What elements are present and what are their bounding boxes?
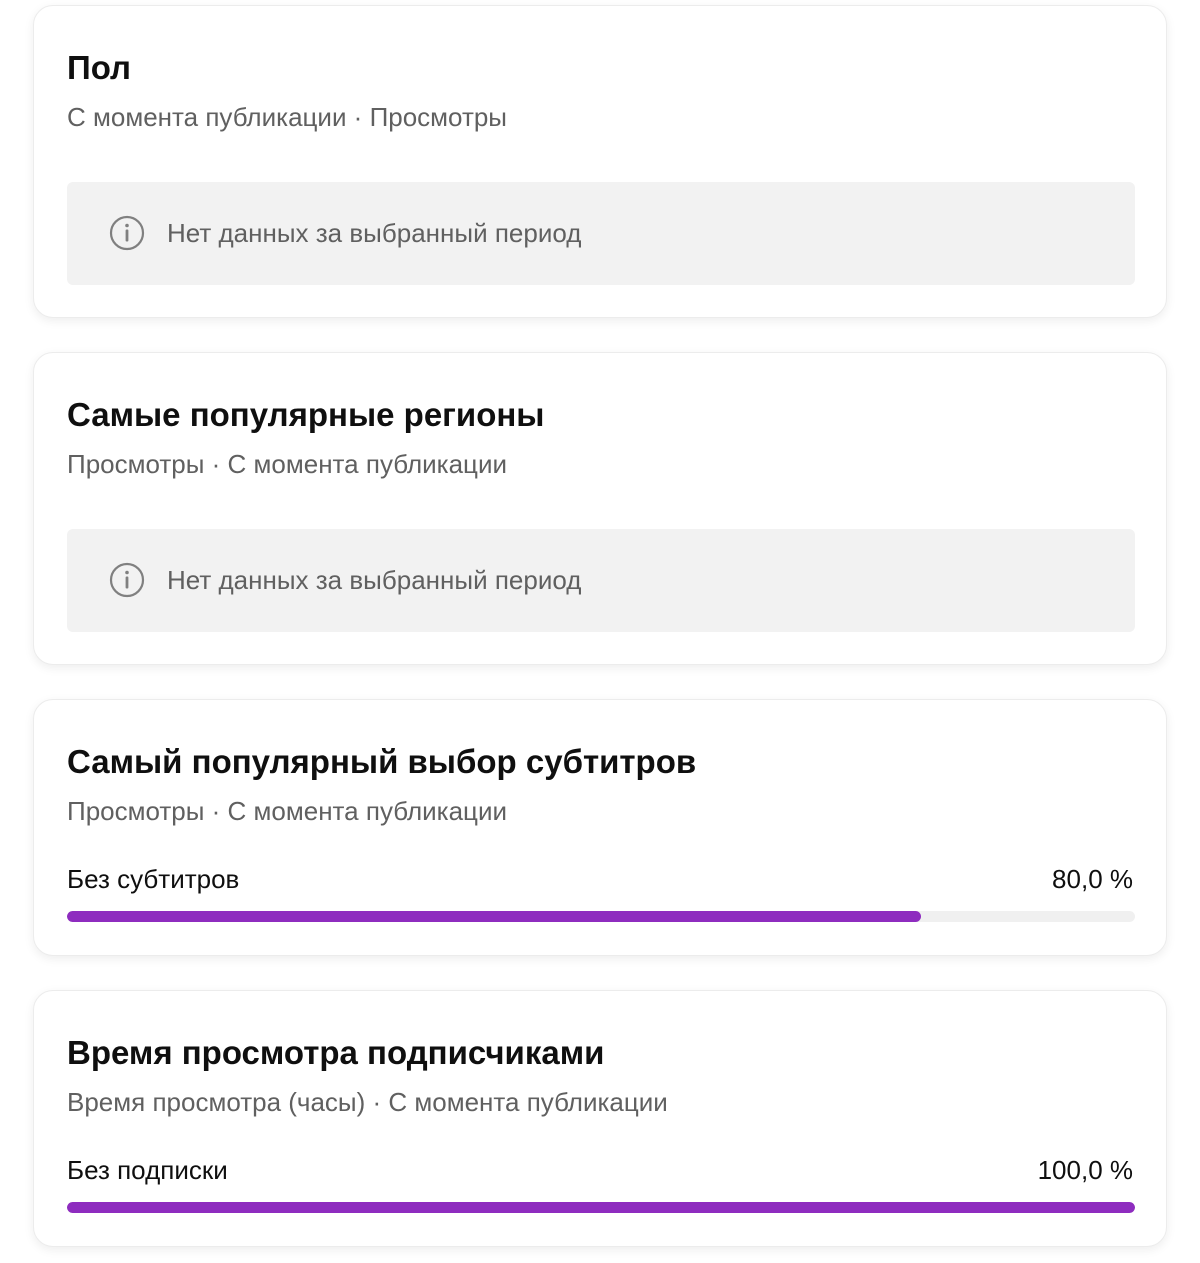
subtitles-card: Самый популярный выбор субтитров Просмот… — [33, 699, 1167, 956]
card-subtitle: Просмотры · С момента публикации — [67, 796, 507, 826]
row-label: Без субтитров — [67, 864, 240, 894]
info-icon — [109, 562, 145, 598]
no-data-text: Нет данных за выбранный период — [167, 565, 582, 595]
no-data-notice: Нет данных за выбранный период — [67, 529, 1135, 632]
row-percentage: 100,0 % — [1037, 1155, 1133, 1185]
progress-bar-fill — [67, 911, 922, 922]
card-title: Самый популярный выбор субтитров — [67, 743, 697, 780]
card-subtitle: Время просмотра (часы) · С момента публи… — [67, 1087, 668, 1117]
progress-bar-fill — [67, 1202, 1135, 1213]
subscriber-watch-time-card: Время просмотра подписчиками Время просм… — [33, 990, 1167, 1247]
progress-bar-track — [67, 1202, 1135, 1213]
card-subtitle: Просмотры · С момента публикации — [67, 449, 507, 479]
row-label: Без подписки — [67, 1155, 228, 1185]
no-data-notice: Нет данных за выбранный период — [67, 182, 1135, 285]
row-percentage: 80,0 % — [1052, 864, 1133, 894]
card-title: Время просмотра подписчиками — [67, 1034, 605, 1071]
info-icon — [109, 215, 145, 251]
progress-bar-track — [67, 911, 1135, 922]
card-title: Пол — [67, 49, 132, 86]
top-regions-card: Самые популярные регионы Просмотры · С м… — [33, 352, 1167, 665]
card-title: Самые популярные регионы — [67, 396, 545, 433]
card-subtitle: С момента публикации · Просмотры — [67, 102, 507, 132]
gender-card: Пол С момента публикации · Просмотры Нет… — [33, 5, 1167, 318]
no-data-text: Нет данных за выбранный период — [167, 218, 582, 248]
